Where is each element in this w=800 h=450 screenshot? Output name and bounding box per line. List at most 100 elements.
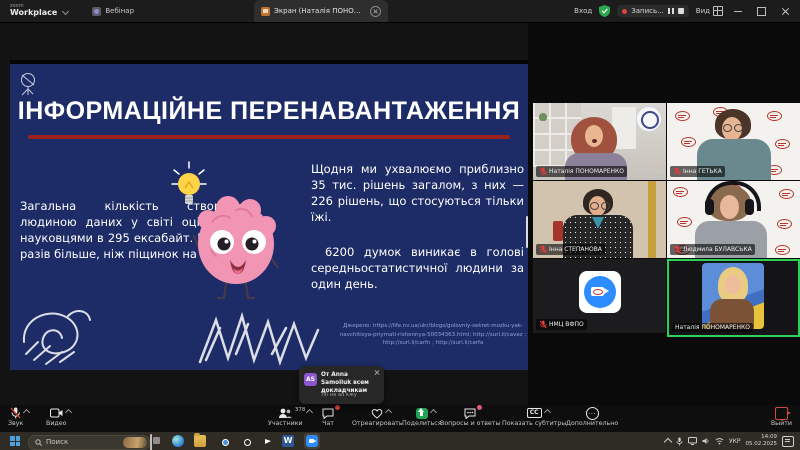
chat-label: Чат [322, 420, 334, 427]
zoom-avatar-circle [584, 276, 616, 308]
institution-logo [675, 111, 690, 121]
mic-muted-icon [673, 245, 681, 254]
chevron-up-icon[interactable] [544, 409, 551, 416]
institution-logo [767, 111, 782, 121]
chalk-doodle-left-icon [16, 302, 96, 368]
react-button[interactable]: Отреагировать [352, 407, 403, 427]
leave-button[interactable]: Выйти [771, 407, 792, 427]
zoom-app-icon[interactable] [304, 433, 320, 449]
pause-recording-icon[interactable] [668, 8, 674, 14]
glasses-decor [723, 124, 743, 132]
video-tile[interactable]: Людмила БУЛАВСЬКА [667, 181, 800, 258]
video-tile[interactable]: … Наталія ПОНОМАРЕНКО [533, 103, 666, 180]
maximize-icon[interactable] [757, 7, 766, 16]
chevron-up-icon[interactable] [65, 409, 72, 416]
participant-face [725, 275, 740, 294]
more-button[interactable]: ... Дополнительно [566, 407, 618, 427]
close-tab-icon[interactable] [370, 6, 381, 17]
headphone-cup [745, 199, 754, 215]
signin-button[interactable]: Вход [574, 7, 592, 15]
windows-start-icon[interactable] [10, 436, 20, 446]
participant-nametag: Наталія ПОНОМАРЕНКО [672, 323, 753, 332]
video-label: Видео [46, 420, 67, 427]
captions-label: Показать субтитры [502, 420, 566, 427]
webinar-tab-label: Вебінар [105, 7, 134, 15]
participant-name: Наталія ПОНОМАРЕНКО [675, 324, 750, 331]
word-icon[interactable]: W [282, 435, 294, 447]
participant-face [585, 125, 603, 147]
participant-name: Наталія ПОНОМАРЕНКО [549, 168, 624, 175]
file-explorer-icon[interactable] [194, 435, 206, 447]
grid-view-icon [713, 6, 723, 16]
chat-button[interactable]: Чат [322, 407, 334, 427]
mic-muted-icon [539, 167, 547, 176]
tray-date: 05.02.2025 [746, 441, 778, 448]
qa-icon [464, 408, 476, 419]
slide-right-paragraph-1: Щодня ми ухвалюємо приблизно 35 тис. ріш… [311, 161, 524, 225]
chalk-doodle-right-icon [196, 310, 322, 368]
system-tray: УКР 14:09 05.02.2025 [665, 432, 800, 450]
stop-recording-icon[interactable] [678, 8, 684, 14]
view-button[interactable]: Вид [696, 6, 723, 16]
video-tile[interactable]: Інна ГЕТЬКА [667, 103, 800, 180]
captions-button[interactable]: CC Показать субтитры [502, 407, 566, 427]
chevron-up-icon[interactable] [306, 409, 313, 416]
zoom-workplace-menu[interactable]: zoom Workplace [0, 4, 61, 18]
tab-webinar[interactable]: Вебінар [92, 7, 134, 16]
tray-display-icon[interactable] [688, 437, 697, 445]
windows-taskbar: Поиск W [0, 432, 800, 450]
screen-share-tab-icon [261, 7, 270, 16]
chevron-up-icon[interactable] [23, 409, 30, 416]
brand-workplace-label: Workplace [10, 9, 57, 18]
language-indicator[interactable]: УКР [729, 438, 741, 445]
qa-button[interactable]: Вопросы и ответы [440, 407, 500, 427]
mic-muted-icon [539, 320, 547, 329]
avatar-card [579, 271, 621, 313]
tray-network-icon[interactable] [715, 437, 724, 445]
tile-options-icon[interactable]: … [654, 166, 662, 174]
headphone-cup [705, 199, 714, 215]
leave-icon [775, 407, 788, 420]
chevron-down-icon[interactable] [62, 7, 69, 14]
leave-label: Выйти [771, 420, 792, 427]
video-tile[interactable]: Інна СТЕПАНОВА [533, 181, 666, 258]
tray-time: 14:09 [746, 434, 778, 441]
mute-button[interactable]: Звук [8, 407, 23, 427]
institution-logo [677, 217, 692, 227]
slide-source-text: Джерело: https://life.nv.ua/ukr/blogs/go… [338, 322, 528, 348]
chevron-up-icon[interactable] [385, 409, 392, 416]
video-button[interactable]: Видео [46, 407, 67, 427]
search-placeholder: Поиск [46, 438, 119, 446]
tray-expand-icon[interactable] [664, 438, 672, 446]
minimize-icon[interactable] [734, 11, 742, 12]
video-tile[interactable]: НМЦ ВФПО [533, 259, 666, 333]
notification-center-icon[interactable] [782, 436, 794, 447]
task-view-icon[interactable] [150, 434, 152, 450]
video-tile-active-speaker[interactable]: Наталія ПОНОМАРЕНКО [667, 259, 800, 337]
search-highlight-thumbnail[interactable] [123, 437, 147, 448]
close-icon[interactable] [781, 7, 790, 16]
chat-badge [335, 405, 340, 410]
mic-muted-icon [539, 245, 547, 254]
recording-dot-icon [622, 9, 627, 14]
institution-logo [779, 189, 794, 199]
glasses-decor [590, 202, 610, 210]
chat-notification-popup[interactable]: AS От Anna Samoliuk всем докладчикам ЛІІ… [299, 366, 384, 404]
meeting-toolbar: Звук Видео 378 [0, 405, 800, 432]
chevron-up-icon[interactable] [430, 409, 437, 416]
institution-logo [775, 245, 790, 255]
scrollbar-thumb [526, 216, 528, 248]
close-icon[interactable] [374, 369, 380, 375]
brain-character [192, 184, 280, 304]
tab-shared-screen[interactable]: Экран (Наталія ПОНОМАРЕНК... [254, 0, 388, 22]
tray-mic-icon[interactable] [676, 437, 683, 446]
search-input[interactable]: Поиск [28, 435, 150, 450]
react-label: Отреагировать [352, 420, 403, 427]
share-label: Поделиться [402, 420, 442, 427]
edge-icon[interactable] [172, 435, 184, 447]
share-screen-button[interactable]: Поделиться [402, 407, 442, 427]
institution-logo [681, 137, 696, 147]
participants-button[interactable]: 378 Участники [268, 407, 303, 427]
clock[interactable]: 14:09 05.02.2025 [746, 434, 778, 448]
tray-speaker-icon[interactable] [702, 437, 710, 445]
